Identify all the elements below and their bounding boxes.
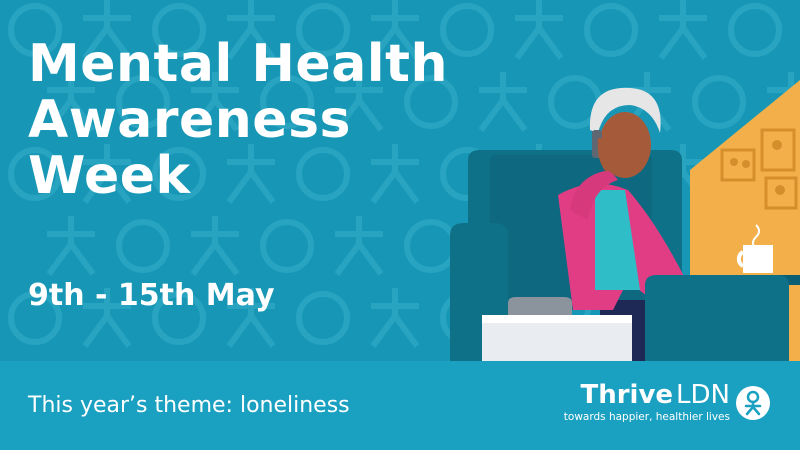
theme-text: This year’s theme: loneliness [28, 393, 350, 418]
brand-tagline: towards happier, healthier lives [563, 411, 730, 423]
pattern-figure [514, 0, 564, 60]
title-line-2: Awareness [28, 90, 351, 150]
title-line-3: Week [28, 146, 191, 206]
pattern-ring [440, 3, 494, 57]
page-title: Mental Health Awareness Week [28, 36, 448, 204]
pattern-ring [404, 219, 458, 273]
mug [743, 245, 773, 273]
pattern-figure [190, 216, 240, 276]
woman-on-phone-illustration [450, 80, 800, 362]
event-dates: 9th - 15th May [28, 278, 275, 313]
brand-name-light: LDN [676, 380, 730, 410]
pattern-ring [728, 3, 782, 57]
pattern-figure [46, 216, 96, 276]
awareness-banner: Mental Health Awareness Week 9th - 15th … [0, 0, 800, 450]
pattern-figure [370, 288, 420, 348]
brand-wordmark: Thrive LDN towards happier, healthier liv… [560, 380, 730, 424]
pattern-ring [116, 219, 170, 273]
title-line-1: Mental Health [28, 34, 448, 94]
pattern-ring [260, 219, 314, 273]
pattern-ring [296, 291, 350, 345]
pattern-figure [334, 216, 384, 276]
brand-name-bold: Thrive [580, 380, 674, 410]
landline-phone [508, 297, 572, 315]
brand-name: Thrive LDN [560, 380, 730, 410]
thrive-person-icon [736, 386, 770, 420]
phone-table [482, 320, 632, 362]
pattern-ring [584, 3, 638, 57]
pattern-figure [658, 0, 708, 60]
